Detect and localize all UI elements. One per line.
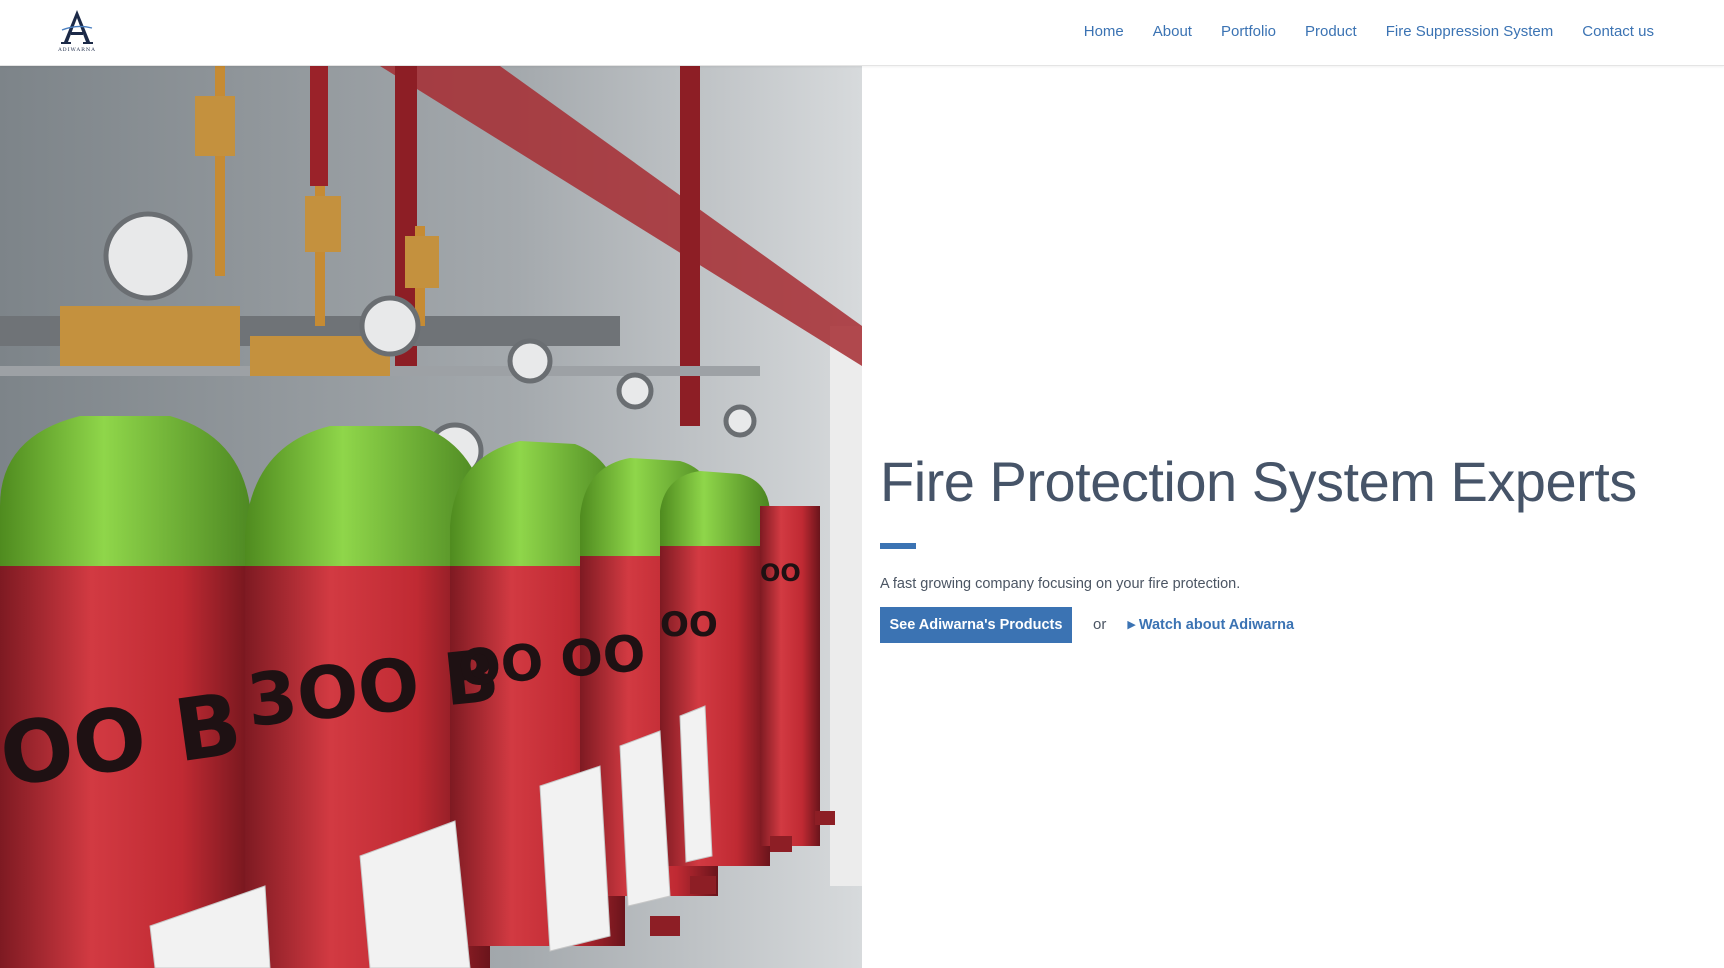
- watch-video-label: Watch about Adiwarna: [1138, 616, 1295, 633]
- nav-fire-suppression-system[interactable]: Fire Suppression System: [1386, 23, 1554, 40]
- nav-contact-us[interactable]: Contact us: [1582, 23, 1654, 40]
- cta-row: See Adiwarna's Products or ▶ Watch about…: [880, 606, 1680, 643]
- logo-a-icon: [61, 10, 93, 44]
- svg-text:OO: OO: [760, 559, 801, 587]
- hero-content: Fire Protection System Experts A fast gr…: [880, 448, 1680, 643]
- svg-text:OO: OO: [660, 605, 718, 645]
- see-products-button[interactable]: See Adiwarna's Products: [880, 606, 1072, 643]
- hero-title: Fire Protection System Experts: [880, 450, 1637, 513]
- navbar: ADIWARNA Home About Portfolio Product Fi…: [0, 0, 1724, 66]
- brand-logo[interactable]: ADIWARNA: [56, 8, 98, 56]
- cta-separator: or: [1093, 616, 1107, 633]
- nav-portfolio[interactable]: Portfolio: [1221, 23, 1276, 40]
- watch-video-link[interactable]: ▶ Watch about Adiwarna: [1127, 617, 1294, 633]
- play-icon: ▶: [1127, 619, 1136, 631]
- hero-subtitle: A fast growing company focusing on your …: [880, 576, 1241, 592]
- nav-home[interactable]: Home: [1084, 23, 1124, 40]
- nav-product[interactable]: Product: [1305, 23, 1357, 40]
- logo-text: ADIWARNA: [58, 47, 96, 53]
- hero-photo-gas-cylinders: OO B 3OO B OO OO OO OO: [0, 66, 862, 968]
- nav-about[interactable]: About: [1153, 23, 1192, 40]
- main-nav: Home About Portfolio Product Fire Suppre…: [1055, 0, 1654, 62]
- gas-cylinder-photo-icon: OO B 3OO B OO OO OO OO: [0, 66, 862, 968]
- title-accent-divider: [880, 543, 916, 549]
